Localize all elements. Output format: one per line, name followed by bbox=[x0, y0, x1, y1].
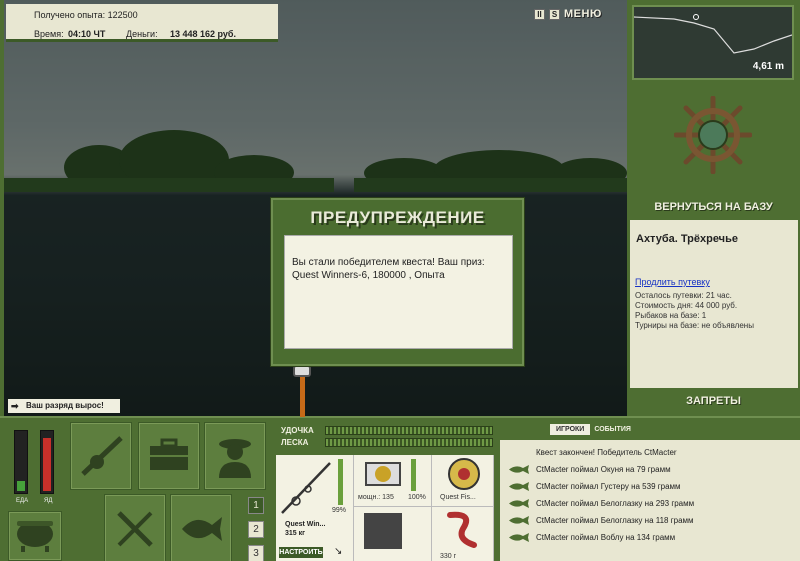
menu-button[interactable]: МЕНЮ bbox=[564, 8, 602, 20]
event-item: Квест закончен! Победитель CtMacter bbox=[536, 448, 677, 457]
worm-bait-icon bbox=[447, 511, 477, 548]
tab-events[interactable]: СОБЫТИЯ bbox=[592, 424, 633, 435]
bottom-panel: ЕДА ЯД 1 2 3 УДОЧКА ЛЕСКА 99% Quest Win.… bbox=[0, 416, 800, 561]
fish-icon bbox=[509, 499, 529, 508]
tab-players[interactable]: ИГРОКИ bbox=[550, 424, 591, 435]
poison-label: ЯД bbox=[44, 498, 53, 504]
events-log: Квест закончен! Победитель CtMacter CtMa… bbox=[500, 440, 800, 561]
rank-text: Ваш разряд вырос! bbox=[26, 401, 104, 410]
rod-slot[interactable]: 99% Quest Win... 315 кг НАСТРОИТЬ ↘ bbox=[276, 455, 354, 561]
fish-icon bbox=[182, 516, 222, 541]
cauldron-button[interactable] bbox=[8, 511, 62, 561]
expand-arrow-icon[interactable]: ↘ bbox=[334, 546, 342, 557]
tackle-box-icon bbox=[150, 438, 188, 470]
catch-button[interactable] bbox=[170, 494, 232, 561]
page-2-button[interactable]: 2 bbox=[248, 521, 264, 538]
extend-trip-link[interactable]: Продлить путевку bbox=[635, 277, 710, 287]
money-label: Деньги: bbox=[126, 29, 158, 39]
top-controls: II S МЕНЮ bbox=[534, 8, 602, 20]
reel-percent: 100% bbox=[408, 494, 426, 501]
pause-icon[interactable]: II bbox=[534, 8, 545, 20]
reel-slot[interactable]: мощн.: 135 100% bbox=[354, 455, 432, 507]
dialog-title: ПРЕДУПРЕЖДЕНИЕ bbox=[310, 208, 485, 227]
trip-remaining: Осталось путевки: 21 час. bbox=[635, 291, 732, 300]
event-item: CtMacter поймал Белоглазку на 118 грамм bbox=[536, 516, 694, 525]
player-info-panel: Получено опыта: 122500 Время: 04:10 ЧТ Д… bbox=[6, 4, 278, 42]
event-item: CtMacter поймал Воблу на 134 грамм bbox=[536, 533, 676, 542]
rod-name: Quest Win... bbox=[285, 521, 326, 528]
food-button[interactable] bbox=[104, 494, 166, 561]
fishing-rod-icon bbox=[281, 462, 331, 514]
depth-map[interactable]: 4,61 m bbox=[632, 5, 794, 80]
event-item: CtMacter поймал Густеру на 539 грамм bbox=[536, 482, 681, 491]
rod-bar-label: УДОЧКА bbox=[281, 426, 314, 435]
food-meter bbox=[14, 430, 28, 494]
day-cost: Стоимость дня: 44 000 руб. bbox=[635, 301, 738, 310]
bans-button[interactable]: ЗАПРЕТЫ bbox=[627, 395, 800, 407]
line-bar-label: ЛЕСКА bbox=[281, 438, 309, 447]
rod-weight: 315 кг bbox=[285, 530, 306, 537]
fishing-line-spool-icon bbox=[448, 458, 480, 490]
base-name: Ахтуба. Трёхречье bbox=[636, 233, 738, 245]
tackle-box-button[interactable] bbox=[138, 422, 200, 490]
cauldron-icon bbox=[17, 521, 53, 552]
rank-banner: ➡ Ваш разряд вырос! bbox=[8, 399, 120, 413]
poison-meter-fill bbox=[43, 437, 51, 491]
character-button[interactable] bbox=[204, 422, 266, 490]
events-tabs: ИГРОКИ СОБЫТИЯ bbox=[550, 424, 633, 435]
time-label: Время: bbox=[34, 29, 64, 39]
poison-meter bbox=[40, 430, 54, 494]
rod-durability-bar bbox=[338, 459, 343, 505]
experience-text: Получено опыта: 122500 bbox=[34, 10, 138, 20]
setup-button[interactable]: НАСТРОИТЬ bbox=[279, 547, 323, 558]
fish-icon bbox=[509, 533, 529, 542]
event-item: CtMacter поймал Белоглазку на 293 грамм bbox=[536, 499, 695, 508]
base-info-panel: Ахтуба. Трёхречье Продлить путевку Остал… bbox=[630, 220, 798, 388]
food-label: ЕДА bbox=[16, 498, 29, 504]
fish-icon bbox=[509, 516, 529, 525]
line-tension-bar bbox=[325, 438, 493, 447]
hook-icon bbox=[364, 513, 402, 549]
rods-button[interactable] bbox=[70, 422, 132, 490]
bait-weight: 330 г bbox=[440, 553, 457, 560]
gear-panel: 99% Quest Win... 315 кг НАСТРОИТЬ ↘ мощн… bbox=[276, 455, 494, 561]
fish-icon bbox=[509, 465, 529, 474]
line-name: Quest Fis... bbox=[440, 494, 476, 501]
reel-power: мощн.: 135 bbox=[358, 494, 394, 501]
warning-dialog: ПРЕДУПРЕЖДЕНИЕ Вы стали победителем квес… bbox=[270, 197, 525, 367]
fish-icon bbox=[509, 482, 529, 491]
event-item: CtMacter поймал Окуня на 79 грамм bbox=[536, 465, 671, 474]
bait-slot[interactable]: 330 г bbox=[432, 507, 494, 561]
page-1-button[interactable]: 1 bbox=[248, 497, 264, 514]
line-slot[interactable]: Quest Fis... bbox=[432, 455, 494, 507]
money-value: 13 448 162 руб. bbox=[170, 29, 236, 39]
food-meter-fill bbox=[17, 480, 25, 491]
arrow-icon: ➡ bbox=[11, 401, 19, 411]
anglers-count: Рыбаков на базе: 1 bbox=[635, 311, 707, 320]
dialog-message: Вы стали победителем квеста! Ваш приз: Q… bbox=[284, 235, 513, 349]
knife-fork-icon bbox=[117, 510, 153, 547]
fisherman-icon bbox=[219, 439, 251, 478]
return-to-base-button[interactable]: ВЕРНУТЬСЯ НА БАЗУ bbox=[627, 201, 800, 213]
time-value: 04:10 ЧТ bbox=[68, 29, 106, 39]
reel-icon bbox=[365, 462, 401, 486]
rod-percent: 99% bbox=[332, 507, 347, 514]
depth-value: 4,61 m bbox=[752, 61, 784, 72]
tournaments-status: Турниры на базе: не объявлены bbox=[635, 321, 754, 330]
cast-rod bbox=[300, 370, 305, 417]
ship-wheel-icon[interactable] bbox=[674, 96, 752, 174]
rod-reel-icon bbox=[81, 436, 123, 476]
page-3-button[interactable]: 3 bbox=[248, 545, 264, 561]
reel-durability-bar bbox=[411, 459, 416, 491]
rod-tension-bar bbox=[325, 426, 493, 435]
hook-slot[interactable] bbox=[354, 507, 432, 561]
right-panel: 4,61 m ВЕРНУТЬСЯ НА БАЗУ Ахтуба. Трёхреч… bbox=[627, 0, 800, 416]
sound-icon[interactable]: S bbox=[549, 8, 560, 20]
